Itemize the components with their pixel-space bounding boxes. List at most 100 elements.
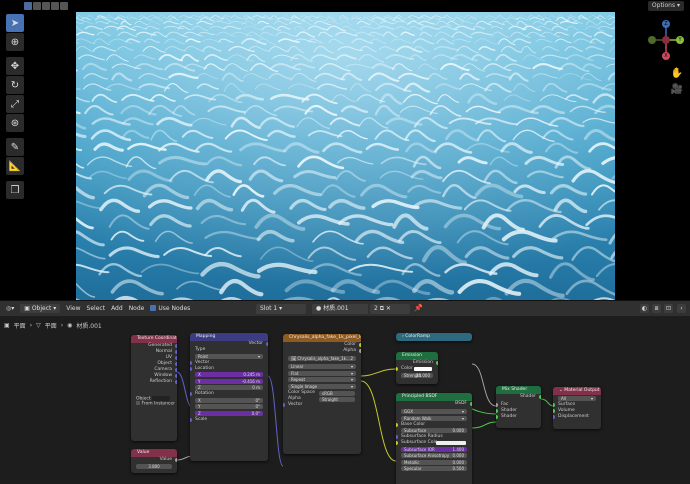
- rotation-x-field[interactable]: X 0°: [195, 397, 263, 403]
- rotation-y-field[interactable]: Y 0°: [195, 404, 263, 409]
- y-axis-handle[interactable]: Y: [676, 36, 684, 44]
- select-intersect-icon[interactable]: [60, 2, 68, 10]
- extension-select[interactable]: Repeat ▾: [288, 377, 356, 382]
- neg-y-axis-handle[interactable]: [648, 36, 656, 44]
- output-target-select[interactable]: All ▾: [558, 395, 596, 401]
- node-header[interactable]: Texture Coordinate: [131, 335, 177, 343]
- value-field[interactable]: 3.800: [136, 463, 172, 469]
- rotate-tool[interactable]: ↻: [6, 76, 24, 94]
- select-mode-icon[interactable]: [24, 2, 32, 10]
- object-mode-select[interactable]: ▣ Object ▾: [20, 304, 61, 313]
- options-label: Options: [651, 2, 676, 9]
- tool-shelf: ➤ ⊕ ✥ ↻ ⤢ ⊛ ✎ 📐 ❒: [6, 14, 24, 200]
- node-emission[interactable]: Emission Emission Color Strength 10.000: [396, 352, 438, 384]
- scale-tool[interactable]: ⤢: [6, 95, 24, 113]
- breadcrumb-material[interactable]: 材质.001: [76, 321, 101, 330]
- node-mix-shader[interactable]: Mix Shader Shader Fac Shader Shader: [496, 386, 541, 428]
- node-colorramp[interactable]: › ColorRamp: [396, 333, 472, 341]
- subsurface-color-swatch: [436, 441, 466, 445]
- checkbox-checked-icon: [150, 305, 157, 311]
- location-y-field[interactable]: Y -0.416 m: [195, 378, 263, 384]
- material-users-field[interactable]: 2 ⧉ ✕: [370, 304, 410, 314]
- pan-hand-icon[interactable]: ✋: [669, 68, 685, 82]
- node-image-texture[interactable]: Chrysalis_alpha_fake_1k_pixel_ls_a_a.png…: [283, 334, 361, 454]
- breadcrumb-mesh[interactable]: 平面: [45, 321, 57, 330]
- socket-bsdf: BSDF: [396, 401, 472, 407]
- z-axis-handle[interactable]: Z: [662, 20, 670, 28]
- subsurface-color-row[interactable]: Subsurface Colo: [396, 440, 472, 446]
- options-dropdown[interactable]: Options ▾: [647, 1, 684, 11]
- subsurface-method-select[interactable]: Random Walk ▾: [401, 415, 467, 421]
- menu-node[interactable]: Node: [129, 305, 145, 312]
- breadcrumb-separator: ›: [29, 321, 33, 329]
- emission-color-row[interactable]: Color: [396, 366, 438, 372]
- menu-select[interactable]: Select: [87, 305, 106, 312]
- node-header[interactable]: Emission: [396, 352, 438, 360]
- measure-tool[interactable]: 📐: [6, 157, 24, 175]
- node-header[interactable]: Mix Shader: [496, 386, 541, 394]
- node-header[interactable]: ⌄ Material Output: [553, 387, 601, 395]
- use-nodes-label: Use Nodes: [158, 305, 191, 312]
- overlay-icon[interactable]: ◐: [640, 304, 649, 313]
- object-icon: ▣: [4, 321, 10, 329]
- x-axis-handle[interactable]: X: [662, 52, 670, 60]
- render-preview-water-caustics[interactable]: [76, 12, 615, 300]
- navigation-gizmo[interactable]: Z Y X: [644, 18, 688, 62]
- pin-icon[interactable]: 📌: [414, 304, 423, 312]
- node-value[interactable]: Value Value 3.800: [131, 449, 177, 473]
- shader-node-editor[interactable]: ◎▾ ▣ Object ▾ View Select Add Node Use N…: [0, 300, 690, 484]
- select-box-tool[interactable]: ➤: [6, 14, 24, 32]
- material-name-field[interactable]: ● 材质.001: [312, 304, 368, 314]
- node-header[interactable]: Principled BSDF: [396, 393, 472, 401]
- menu-add[interactable]: Add: [111, 305, 123, 312]
- node-header[interactable]: Chrysalis_alpha_fake_1k_pixel_ls_a_a.png: [283, 334, 361, 342]
- 3d-viewport[interactable]: Options ▾ ➤ ⊕ ✥ ↻ ⤢ ⊛ ✎ 📐 ❒ Z Y X ✋ 🎥: [0, 0, 690, 300]
- image-datablock-field[interactable]: 🖼 Chrysalis_alpha_fake_1k... 2: [288, 356, 356, 361]
- node-mapping[interactable]: Mapping Vector Type Point ▾ Vector Locati…: [190, 333, 268, 461]
- zoom-icon[interactable]: ⊡: [664, 304, 673, 313]
- node-principled-bsdf[interactable]: Principled BSDF BSDF GGX ▾ Random Walk ▾ B…: [396, 393, 472, 484]
- subsurface-field[interactable]: Subsurface 0.000: [401, 428, 467, 433]
- menu-view[interactable]: View: [66, 305, 80, 312]
- emission-strength-field[interactable]: Strength 10.000: [401, 372, 433, 378]
- distribution-select[interactable]: GGX ▾: [401, 409, 467, 414]
- metallic-field[interactable]: Metallic 0.000: [401, 459, 467, 465]
- from-instancer-checkbox[interactable]: From Instancer: [131, 401, 177, 407]
- node-texture-coordinate[interactable]: Texture Coordinate Generated Normal UV O…: [131, 335, 177, 441]
- cursor-tool[interactable]: ⊕: [6, 33, 24, 51]
- location-z-field[interactable]: Z0 m: [195, 385, 263, 390]
- select-subtract-icon[interactable]: [42, 2, 50, 10]
- select-invert-icon[interactable]: [51, 2, 59, 10]
- sidebar-toggle-icon[interactable]: ‹: [677, 304, 686, 313]
- select-extend-icon[interactable]: [33, 2, 41, 10]
- interpolation-select[interactable]: Linear ▾: [288, 364, 356, 369]
- move-tool[interactable]: ✥: [6, 57, 24, 75]
- breadcrumb: ▣ 平面 › ▽ 平面 › ◉ 材质.001: [4, 320, 106, 330]
- node-header[interactable]: › ColorRamp: [396, 333, 472, 341]
- subsurface-anisotropy-field[interactable]: Subsurface Anisotropy 0.000: [401, 453, 467, 458]
- specular-field[interactable]: Specular 0.500: [401, 466, 467, 471]
- type-select[interactable]: Point ▾: [195, 353, 263, 359]
- water-render-image: [76, 12, 615, 300]
- annotate-tool[interactable]: ✎: [6, 138, 24, 156]
- source-select[interactable]: Single Image ▾: [288, 383, 356, 389]
- breadcrumb-object[interactable]: 平面: [14, 321, 26, 330]
- use-nodes-checkbox[interactable]: Use Nodes: [150, 305, 190, 312]
- add-cube-tool[interactable]: ❒: [6, 181, 24, 199]
- node-canvas[interactable]: Texture Coordinate Generated Normal UV O…: [0, 330, 690, 484]
- camera-view-icon[interactable]: 🎥: [669, 84, 685, 98]
- material-slot-select[interactable]: Slot 1 ▾: [256, 304, 306, 314]
- node-header[interactable]: Value: [131, 449, 177, 457]
- node-material-output[interactable]: ⌄ Material Output All ▾ Surface Volume Di…: [553, 387, 601, 429]
- transform-tool[interactable]: ⊛: [6, 114, 24, 132]
- subsurface-ior-field[interactable]: Subsurface IOR 1.400: [401, 446, 467, 452]
- snap-icon[interactable]: ⧈: [652, 304, 661, 313]
- type-label: Type: [195, 347, 206, 352]
- editor-type-icon[interactable]: ◎▾: [6, 305, 14, 312]
- projection-select[interactable]: Flat ▾: [288, 370, 356, 376]
- location-x-field[interactable]: X 0.245 m: [195, 372, 263, 377]
- socket-reflection: Reflection: [131, 379, 177, 385]
- node-header[interactable]: Mapping: [190, 333, 268, 341]
- rotation-z-field[interactable]: Z 0.0°: [195, 410, 263, 416]
- neg-x-axis-handle[interactable]: [662, 36, 670, 44]
